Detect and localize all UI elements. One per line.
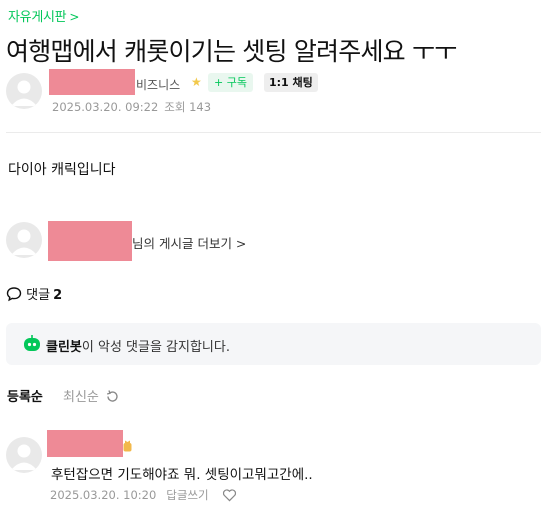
post-meta: 2025.03.20. 09:22 조회 143 (52, 99, 217, 115)
post-title: 여행맵에서 캐롯이기는 셋팅 알려주세요 ㅜㅜ (6, 37, 457, 66)
crown-icon (123, 437, 132, 452)
commenter-name-redacted[interactable] (47, 430, 123, 457)
author-more-link[interactable]: 님의 게시글 더보기 > (132, 233, 246, 252)
avatar-icon (11, 80, 37, 106)
sort-registered[interactable]: 등록순 (7, 386, 43, 405)
avatar-icon (11, 444, 37, 470)
comment-text: 후턴잡으면 기도해야죠 뭐. 셋팅이고뭐고간에.. (51, 467, 313, 483)
comment-count: 2 (53, 288, 63, 303)
sort-latest[interactable]: 최신순 (63, 386, 120, 405)
comment-label: 댓글 (26, 288, 51, 303)
post-body: 다이아 캐릭입니다 (8, 162, 116, 178)
comment-bubble-icon (6, 287, 22, 302)
chevron-right-icon: > (69, 10, 80, 24)
post-date: 2025.03.20. 09:22 (52, 100, 159, 114)
author-rank: 비즈니스 (136, 78, 181, 92)
author-avatar-small[interactable] (6, 222, 42, 258)
divider (6, 132, 541, 133)
comment-meta: 2025.03.20. 10:20 답글쓰기 (50, 487, 237, 503)
subscribe-button[interactable]: + 구독 (208, 73, 253, 92)
avatar-icon (11, 229, 37, 255)
cleanbot-message: 클린봇이 악성 댓글을 감지합니다. (46, 336, 230, 355)
star-icon: ★ (191, 75, 202, 89)
board-link[interactable]: 자유게시판 > (8, 6, 79, 25)
commenter-avatar[interactable] (6, 437, 42, 473)
comment-date: 2025.03.20. 10:20 (50, 488, 157, 502)
reply-button[interactable]: 답글쓰기 (166, 488, 208, 502)
chat-button[interactable]: 1:1 채팅 (264, 73, 318, 92)
sort-latest-label: 최신순 (63, 390, 99, 405)
heart-icon[interactable] (222, 488, 237, 502)
author-name-redacted[interactable] (49, 69, 135, 95)
board-name: 자유게시판 (8, 10, 67, 25)
post-views: 조회 143 (164, 100, 212, 114)
author-avatar[interactable] (6, 73, 42, 109)
cleanbot-name: 클린봇 (46, 340, 82, 355)
comment-header[interactable]: 댓글 2 (6, 284, 62, 303)
cleanbot-icon (22, 335, 42, 357)
author-name-redacted[interactable] (48, 221, 132, 261)
refresh-icon (107, 390, 118, 402)
cleanbot-text: 이 악성 댓글을 감지합니다. (81, 340, 230, 355)
